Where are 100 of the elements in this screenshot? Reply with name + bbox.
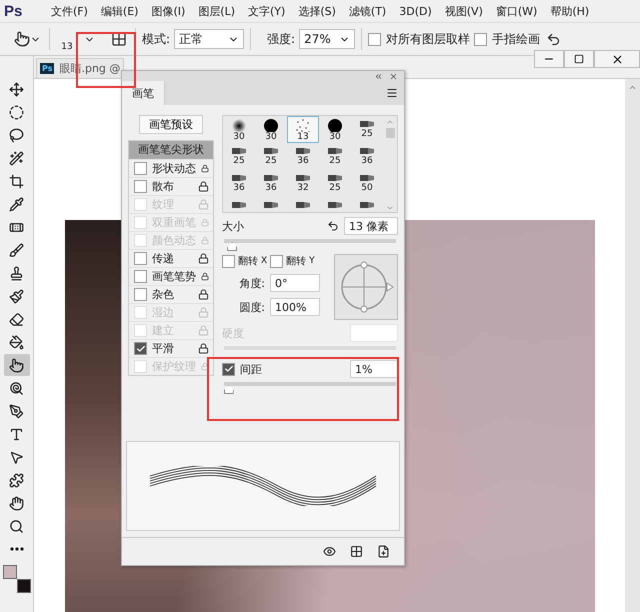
brush-presets-button[interactable]: 画笔预设 <box>139 115 203 134</box>
angle-field[interactable]: 0° <box>270 274 320 292</box>
menu-item[interactable]: 3D(D) <box>392 4 438 18</box>
size-label: 大小 <box>222 218 244 234</box>
maximize-button[interactable] <box>564 50 594 68</box>
roundness-field[interactable]: 100% <box>270 298 320 316</box>
round-brush-tip-icon <box>264 119 278 132</box>
grid-icon[interactable] <box>350 545 363 558</box>
checkbox[interactable] <box>134 252 147 265</box>
strength-select[interactable]: 27% <box>299 29 356 49</box>
checkbox[interactable] <box>134 162 147 175</box>
checkbox[interactable] <box>222 254 235 268</box>
brush-tip[interactable]: 25 <box>255 143 287 170</box>
brush-tip-icon <box>328 173 342 183</box>
brush-tip-icon <box>360 200 374 210</box>
menu-item[interactable]: 帮助(H) <box>543 4 596 18</box>
new-file-icon[interactable] <box>377 545 390 558</box>
lock-icon[interactable] <box>198 181 209 192</box>
brush-tip[interactable]: 25 <box>319 143 351 170</box>
reset-icon[interactable] <box>327 220 339 232</box>
menu-item[interactable]: 滤镜(T) <box>342 4 392 18</box>
brush-tip[interactable]: 25 <box>223 143 255 170</box>
strength-label: 强度: <box>267 30 296 48</box>
brush-tip[interactable]: 30 <box>319 116 351 143</box>
text-icon <box>9 426 24 442</box>
slider-thumb[interactable] <box>227 242 238 251</box>
brush-tip-icon <box>296 200 310 210</box>
scroll-thumb[interactable] <box>386 128 394 138</box>
checkbox[interactable] <box>270 254 284 268</box>
ellipsis-icon <box>10 547 24 551</box>
lock-icon[interactable] <box>198 289 209 300</box>
stamp-icon <box>9 266 24 280</box>
hardness-field[interactable] <box>350 324 398 342</box>
brush-settings-item[interactable]: 散布 <box>152 179 193 194</box>
color-swatch[interactable] <box>2 565 16 579</box>
checkbox[interactable] <box>134 270 147 283</box>
brush-settings-item[interactable]: 杂色 <box>152 287 193 302</box>
brush-tip[interactable]: 13 <box>287 116 319 143</box>
hand-icon <box>9 496 24 510</box>
checkbox[interactable] <box>134 180 147 193</box>
brush-icon <box>9 242 24 258</box>
brush-tip[interactable]: 32 <box>287 170 319 197</box>
checkbox[interactable] <box>134 342 147 355</box>
menu-item[interactable]: 文件(F) <box>44 4 94 18</box>
menu-item[interactable]: 图层(L) <box>191 4 242 18</box>
brush-settings-item[interactable]: 传递 <box>152 251 193 266</box>
menu-icon[interactable] <box>386 87 398 99</box>
size-slider[interactable] <box>224 239 396 252</box>
brush-settings-item[interactable]: 画笔笔势 <box>152 269 196 284</box>
brush-tip-icon <box>328 146 342 156</box>
brush-tip-icon <box>296 173 310 183</box>
mode-select[interactable]: 正常 <box>174 29 244 49</box>
color-swatch[interactable] <box>16 579 30 593</box>
checkbox-label: 手指绘画 <box>492 30 540 48</box>
slider-thumb[interactable] <box>224 385 234 394</box>
checkbox[interactable] <box>368 32 382 46</box>
close-button[interactable] <box>594 50 640 68</box>
menu-item[interactable]: 文字(Y) <box>241 4 292 18</box>
checkbox[interactable] <box>134 288 147 301</box>
collapse-icon[interactable] <box>374 72 383 80</box>
lock-icon[interactable] <box>201 163 209 174</box>
brush-tip[interactable]: 30 <box>255 116 287 143</box>
panel-tab[interactable]: 画笔 <box>122 81 165 105</box>
size-field[interactable]: 13 像素 <box>344 217 398 235</box>
flip-label: 翻转 <box>238 254 258 268</box>
brush-tip[interactable]: 25 <box>319 170 351 197</box>
brush-tip[interactable]: 50 <box>351 170 383 197</box>
menu-item[interactable]: 选择(S) <box>291 4 342 18</box>
brush-tip[interactable]: 36 <box>223 170 255 197</box>
menu-item[interactable]: 编辑(E) <box>94 4 144 18</box>
checkbox[interactable] <box>222 362 235 376</box>
brush-tip[interactable]: 30 <box>223 116 255 143</box>
scroll-down-icon <box>386 204 394 212</box>
tool-button[interactable] <box>4 354 30 376</box>
menu-item[interactable]: 视图(V) <box>438 4 489 18</box>
eye-icon[interactable] <box>323 545 336 558</box>
brush-preset-picker[interactable]: 13 <box>56 26 78 52</box>
brush-tip[interactable]: 36 <box>255 170 287 197</box>
spacing-slider[interactable] <box>224 382 396 395</box>
spacing-field[interactable]: 1% <box>350 360 398 378</box>
menu-item[interactable]: 窗口(W) <box>488 4 544 18</box>
arrow-pointer-icon <box>9 450 24 464</box>
lock-icon[interactable] <box>201 271 209 282</box>
lollipop-icon <box>9 380 24 396</box>
brush-settings-item[interactable]: 平滑 <box>152 341 193 356</box>
close-icon[interactable] <box>389 72 398 80</box>
lock-icon[interactable] <box>198 343 209 354</box>
checkbox[interactable] <box>474 32 488 46</box>
brush-tip-icon <box>264 146 278 156</box>
brush-settings-item[interactable]: 形状动态 <box>152 161 196 176</box>
menu-item[interactable]: 图像(I) <box>144 4 192 18</box>
brush-tip[interactable]: 36 <box>351 143 383 170</box>
axis-label: X <box>261 256 268 266</box>
soft-brush-tip-icon <box>232 119 246 132</box>
scrollbar[interactable] <box>625 79 640 612</box>
eyedropper-icon <box>9 196 24 212</box>
brush-tip[interactable]: 36 <box>287 143 319 170</box>
brush-settings-item[interactable]: 画笔笔尖形状 <box>129 141 213 159</box>
brush-tip[interactable]: 25 <box>351 116 383 143</box>
lock-icon[interactable] <box>198 253 209 264</box>
